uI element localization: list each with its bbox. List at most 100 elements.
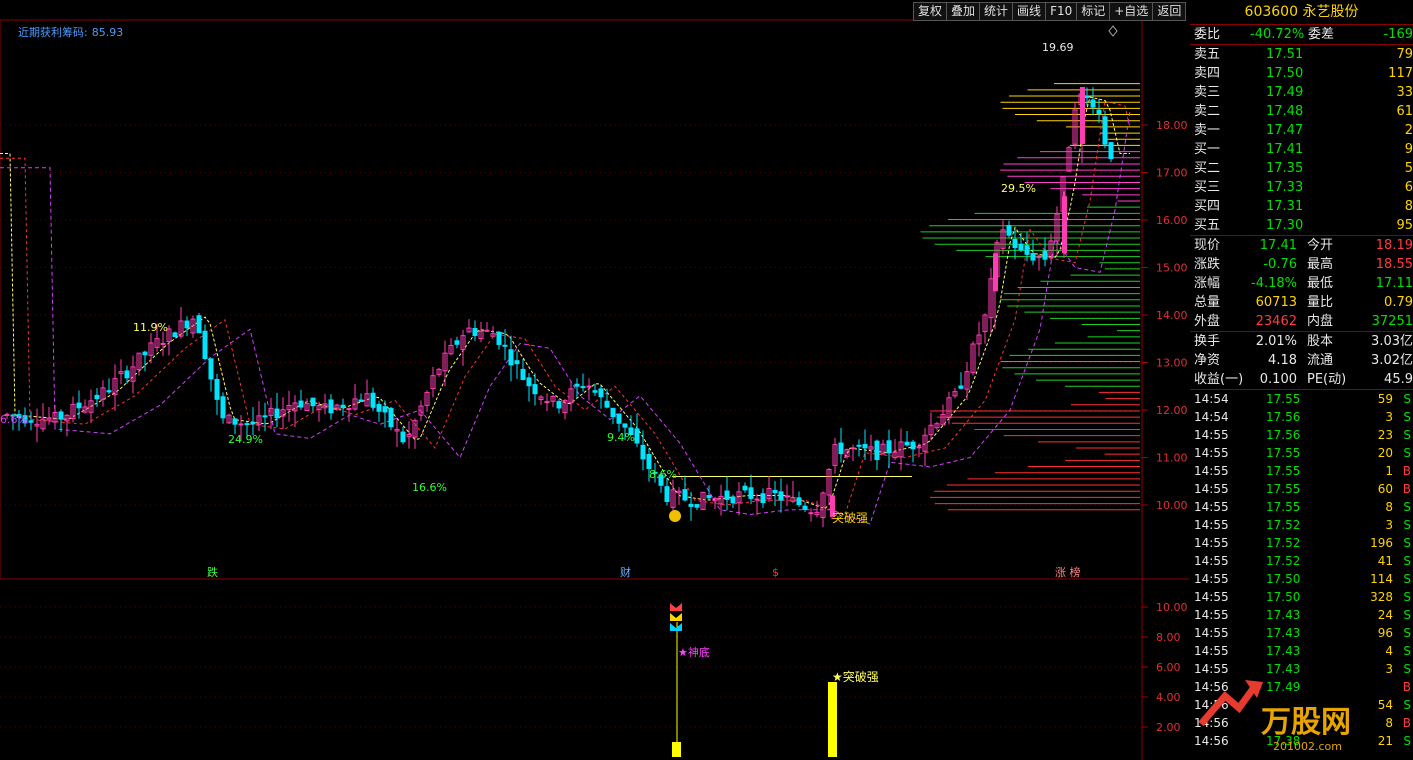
trade-volume: 114 <box>1370 572 1393 586</box>
candle-body <box>1096 109 1102 115</box>
trade-volume: 3 <box>1385 410 1393 424</box>
price-tick-label: 15.00 <box>1156 262 1188 275</box>
trade-volume: 24 <box>1377 608 1393 622</box>
candle-body <box>916 446 922 449</box>
fundamental-label: PE(动) <box>1307 372 1347 387</box>
trade-side: B <box>1402 464 1411 478</box>
candle-body <box>910 441 916 450</box>
fundamental-label: 换手 <box>1194 334 1221 349</box>
trade-row: 14:55 17.55 20 S <box>1190 444 1413 462</box>
trade-price: 17.56 <box>1266 428 1301 442</box>
quote-row: 涨幅 -4.18% 最低 17.11 <box>1190 274 1413 293</box>
trade-time: 14:55 <box>1194 536 1229 550</box>
sub-tick-label: 6.00 <box>1156 661 1181 674</box>
trade-side: S <box>1403 590 1411 604</box>
candle-body <box>634 428 640 444</box>
price-tick-label: 11.00 <box>1156 452 1188 465</box>
trade-volume: 4 <box>1385 644 1393 658</box>
order-price: 17.31 <box>1266 199 1304 214</box>
price-tick-label: 17.00 <box>1156 167 1188 180</box>
candle-body <box>760 493 766 504</box>
candle-body <box>514 360 520 365</box>
order-volume: 117 <box>1388 66 1413 81</box>
trade-side: S <box>1403 644 1411 658</box>
weicha-label: 委差 <box>1308 27 1335 42</box>
trade-price: 17.55 <box>1266 392 1301 406</box>
candle-body <box>1102 116 1108 145</box>
trade-volume: 8 <box>1385 500 1393 514</box>
order-volume: 9 <box>1404 142 1413 157</box>
candle-body <box>796 497 802 506</box>
toolbar-mark-button[interactable]: 标记 <box>1076 2 1111 21</box>
candle-body <box>94 394 100 400</box>
toolbar-overlay-button[interactable]: 叠加 <box>946 2 981 21</box>
candle-body <box>778 491 784 501</box>
candle-body <box>382 406 388 413</box>
order-level-label: 卖五 <box>1194 47 1221 62</box>
candle-body <box>238 423 244 426</box>
candle-body <box>388 407 394 428</box>
quote-label: 总量 <box>1194 295 1221 310</box>
trade-price: 17.43 <box>1266 644 1301 658</box>
candle-body <box>346 408 352 411</box>
price-tick-label: 12.00 <box>1156 404 1188 417</box>
candle-body <box>604 400 610 408</box>
trade-time: 14:54 <box>1194 392 1229 406</box>
candle-body <box>196 315 202 334</box>
percent-label: 11.9% <box>133 321 168 334</box>
candle-body <box>28 420 34 423</box>
candle-body <box>646 454 652 469</box>
order-price: 17.30 <box>1266 218 1304 233</box>
candle-body <box>508 349 514 366</box>
quote-value: 17.41 <box>1259 238 1297 253</box>
trade-volume: 96 <box>1377 626 1393 640</box>
fundamental-row: 净资 4.18 流通 3.02亿 <box>1190 351 1413 370</box>
order-level-label: 买四 <box>1194 199 1221 214</box>
chart-toolbar: 复权 叠加 统计 画线 F10 标记 +自选 返回 <box>913 2 1187 21</box>
trade-volume: 1 <box>1385 464 1393 478</box>
trade-price: 17.55 <box>1266 500 1301 514</box>
candle-body <box>58 411 64 420</box>
candle-body <box>400 431 406 443</box>
trade-time: 14:55 <box>1194 554 1229 568</box>
candle-body <box>706 495 712 499</box>
candle-body <box>802 505 808 510</box>
fundamental-value: 45.9 <box>1384 372 1413 387</box>
toolbar-f10-button[interactable]: F10 <box>1045 2 1078 21</box>
quote-row: 外盘 23462 内盘 37251 <box>1190 312 1413 331</box>
candle-body <box>1012 238 1018 249</box>
toolbar-fuquan-button[interactable]: 复权 <box>913 2 948 21</box>
percent-label: 24.9% <box>228 433 263 446</box>
trade-row: 14:55 17.50 114 S <box>1190 570 1413 588</box>
order-volume: 8 <box>1404 199 1413 214</box>
breakout-label: 突破强 <box>832 510 868 525</box>
kline-chart[interactable]: 18.00 17.00 16.00 15.00 14.00 13.00 12.00 11.00… <box>0 0 1189 760</box>
breakout-sub-label: ★突破强 <box>832 669 879 684</box>
bottom-marker: 财 <box>620 565 631 579</box>
order-row: 卖四 17.50 117 <box>1190 64 1413 83</box>
candle-body <box>1030 253 1036 261</box>
toolbar-draw-button[interactable]: 画线 <box>1012 2 1047 21</box>
quote-panel: 603600 永艺股份 委比 -40.72% 委差 -169 卖五 17.51 79… <box>1190 0 1413 760</box>
trade-side: B <box>1402 482 1411 496</box>
candle-body <box>244 423 250 426</box>
candle-body <box>874 440 880 461</box>
candle-body <box>556 401 562 409</box>
candle-body <box>694 504 700 508</box>
trade-time: 14:55 <box>1194 572 1229 586</box>
candle-body <box>1006 225 1012 236</box>
candle-body <box>958 385 964 389</box>
trade-volume: 20 <box>1377 446 1393 460</box>
candle-body <box>682 489 688 501</box>
bottom-marker: $ <box>772 566 779 579</box>
candle-body <box>160 342 166 345</box>
weibi-row: 委比 -40.72% 委差 -169 <box>1190 25 1413 44</box>
toolbar-stats-button[interactable]: 统计 <box>979 2 1014 21</box>
trade-price: 17.43 <box>1266 626 1301 640</box>
toolbar-back-button[interactable]: 返回 <box>1152 2 1187 21</box>
order-row: 卖二 17.48 61 <box>1190 102 1413 121</box>
order-price: 17.47 <box>1266 123 1304 138</box>
trade-volume: 3 <box>1385 518 1393 532</box>
percent-label: 8.6% <box>649 468 677 481</box>
toolbar-add-watchlist-button[interactable]: +自选 <box>1109 2 1154 21</box>
